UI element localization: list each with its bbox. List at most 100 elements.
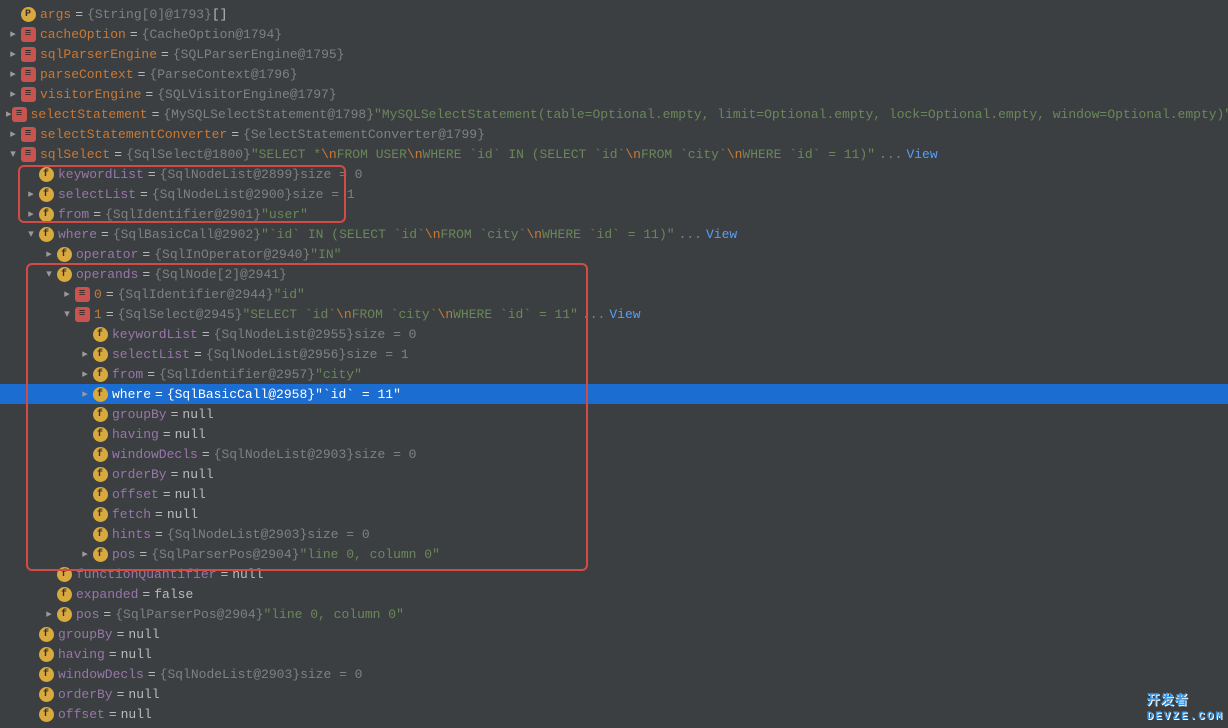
expand-arrow-icon[interactable] <box>6 27 20 41</box>
element-icon: ≡ <box>20 66 36 82</box>
tree-row[interactable]: ≡sqlParserEngine = {SQLParserEngine@1795… <box>0 44 1228 64</box>
element-icon: ≡ <box>74 306 90 322</box>
value-literal: [] <box>212 7 228 22</box>
expand-arrow-icon[interactable] <box>6 147 20 161</box>
equals-sign: = <box>138 67 146 82</box>
type-label: {SqlNodeList@2903} <box>214 447 354 462</box>
field-icon: f <box>56 586 72 602</box>
view-link[interactable]: View <box>706 227 737 242</box>
element-icon: ≡ <box>74 286 90 302</box>
type-label: {SQLParserEngine@1795} <box>173 47 345 62</box>
element-icon: ≡ <box>20 26 36 42</box>
field-icon: f <box>38 706 54 722</box>
expand-arrow-icon[interactable] <box>78 387 92 401</box>
expand-arrow-icon[interactable] <box>24 187 38 201</box>
expand-arrow-icon[interactable] <box>6 67 20 81</box>
tree-row[interactable]: fwindowDecls = {SqlNodeList@2903} size =… <box>0 664 1228 684</box>
equals-sign: = <box>161 47 169 62</box>
tree-row[interactable]: fexpanded = false <box>0 584 1228 604</box>
tree-row[interactable]: fselectList = {SqlNodeList@2900} size = … <box>0 184 1228 204</box>
tree-row[interactable]: ≡1 = {SqlSelect@2945} "SELECT `id`\nFROM… <box>0 304 1228 324</box>
tree-row[interactable]: fwhere = {SqlBasicCall@2958} "`id` = 11" <box>0 384 1228 404</box>
tree-row[interactable]: ffetch = null <box>0 504 1228 524</box>
tree-row[interactable]: foffset = null <box>0 704 1228 724</box>
tree-row[interactable]: foperands = {SqlNode[2]@2941} <box>0 264 1228 284</box>
equals-sign: = <box>106 287 114 302</box>
equals-sign: = <box>155 527 163 542</box>
tree-row[interactable]: fgroupBy = null <box>0 624 1228 644</box>
field-icon: f <box>92 506 108 522</box>
type-label: {SqlNodeList@2899} <box>160 167 300 182</box>
value-string: "id" <box>274 287 305 302</box>
view-link[interactable]: View <box>906 147 937 162</box>
variable-name: offset <box>58 707 105 722</box>
expand-arrow-icon[interactable] <box>42 267 56 281</box>
tree-row[interactable]: ffrom = {SqlIdentifier@2957} "city" <box>0 364 1228 384</box>
tree-row[interactable]: fpos = {SqlParserPos@2904} "line 0, colu… <box>0 544 1228 564</box>
field-icon: f <box>56 266 72 282</box>
tree-row[interactable]: fwindowDecls = {SqlNodeList@2903} size =… <box>0 444 1228 464</box>
value-string: "city" <box>315 367 362 382</box>
type-label: {SqlBasicCall@2958} <box>167 387 315 402</box>
type-label: {SqlSelect@2945} <box>118 307 243 322</box>
tree-row[interactable]: fselectList = {SqlNodeList@2956} size = … <box>0 344 1228 364</box>
expand-arrow-icon[interactable] <box>60 307 74 321</box>
element-icon: ≡ <box>20 126 36 142</box>
tree-row[interactable]: fpos = {SqlParserPos@2904} "line 0, colu… <box>0 604 1228 624</box>
value-string: "IN" <box>310 247 341 262</box>
value-literal: null <box>121 647 152 662</box>
expand-arrow-icon[interactable] <box>6 87 20 101</box>
tree-row[interactable]: fhaving = null <box>0 424 1228 444</box>
type-label: {SqlSelect@1800} <box>126 147 251 162</box>
view-link[interactable]: View <box>609 307 640 322</box>
equals-sign: = <box>117 627 125 642</box>
expand-arrow-icon[interactable] <box>60 287 74 301</box>
expand-arrow-icon[interactable] <box>78 347 92 361</box>
tree-row[interactable]: ≡parseContext = {ParseContext@1796} <box>0 64 1228 84</box>
expand-arrow-icon[interactable] <box>6 127 20 141</box>
expand-arrow-icon[interactable] <box>78 547 92 561</box>
expand-arrow-icon[interactable] <box>6 47 20 61</box>
variable-name: where <box>112 387 151 402</box>
ellipsis: ... <box>679 227 702 242</box>
equals-sign: = <box>231 127 239 142</box>
tree-row[interactable]: ≡selectStatement = {MySQLSelectStatement… <box>0 104 1228 124</box>
tree-row[interactable]: fkeywordList = {SqlNodeList@2899} size =… <box>0 164 1228 184</box>
tree-row[interactable]: forderBy = null <box>0 684 1228 704</box>
tree-row[interactable]: ≡selectStatementConverter = {SelectState… <box>0 124 1228 144</box>
field-icon: f <box>56 566 72 582</box>
equals-sign: = <box>109 647 117 662</box>
variable-name: pos <box>112 547 135 562</box>
expand-arrow-icon[interactable] <box>78 367 92 381</box>
tree-row[interactable]: fkeywordList = {SqlNodeList@2955} size =… <box>0 324 1228 344</box>
tree-row[interactable]: foperator = {SqlInOperator@2940} "IN" <box>0 244 1228 264</box>
tree-row[interactable]: fhints = {SqlNodeList@2903} size = 0 <box>0 524 1228 544</box>
field-icon: f <box>92 386 108 402</box>
tree-row[interactable]: fgroupBy = null <box>0 404 1228 424</box>
field-icon: f <box>38 166 54 182</box>
expand-arrow-icon[interactable] <box>42 607 56 621</box>
expand-arrow-icon[interactable] <box>42 247 56 261</box>
tree-row[interactable]: ffunctionQuantifier = null <box>0 564 1228 584</box>
variable-name: functionQuantifier <box>76 567 216 582</box>
tree-row[interactable]: ≡visitorEngine = {SQLVisitorEngine@1797} <box>0 84 1228 104</box>
expand-arrow-icon[interactable] <box>24 207 38 221</box>
variable-name: offset <box>112 487 159 502</box>
tree-row[interactable]: Pargs = {String[0]@1793} [] <box>0 4 1228 24</box>
tree-row[interactable]: ≡sqlSelect = {SqlSelect@1800} "SELECT *\… <box>0 144 1228 164</box>
field-icon: f <box>92 526 108 542</box>
field-icon: f <box>38 206 54 222</box>
tree-row[interactable]: ≡cacheOption = {CacheOption@1794} <box>0 24 1228 44</box>
tree-row[interactable]: fwhere = {SqlBasicCall@2902} "`id` IN (S… <box>0 224 1228 244</box>
field-icon: f <box>38 666 54 682</box>
equals-sign: = <box>148 667 156 682</box>
tree-row[interactable]: ≡0 = {SqlIdentifier@2944} "id" <box>0 284 1228 304</box>
field-icon: f <box>92 446 108 462</box>
tree-row[interactable]: fhaving = null <box>0 644 1228 664</box>
tree-row[interactable]: foffset = null <box>0 484 1228 504</box>
tree-row[interactable]: ffrom = {SqlIdentifier@2901} "user" <box>0 204 1228 224</box>
tree-row[interactable]: forderBy = null <box>0 464 1228 484</box>
variable-name: args <box>40 7 71 22</box>
expand-arrow-icon[interactable] <box>24 227 38 241</box>
variable-name: sqlParserEngine <box>40 47 157 62</box>
